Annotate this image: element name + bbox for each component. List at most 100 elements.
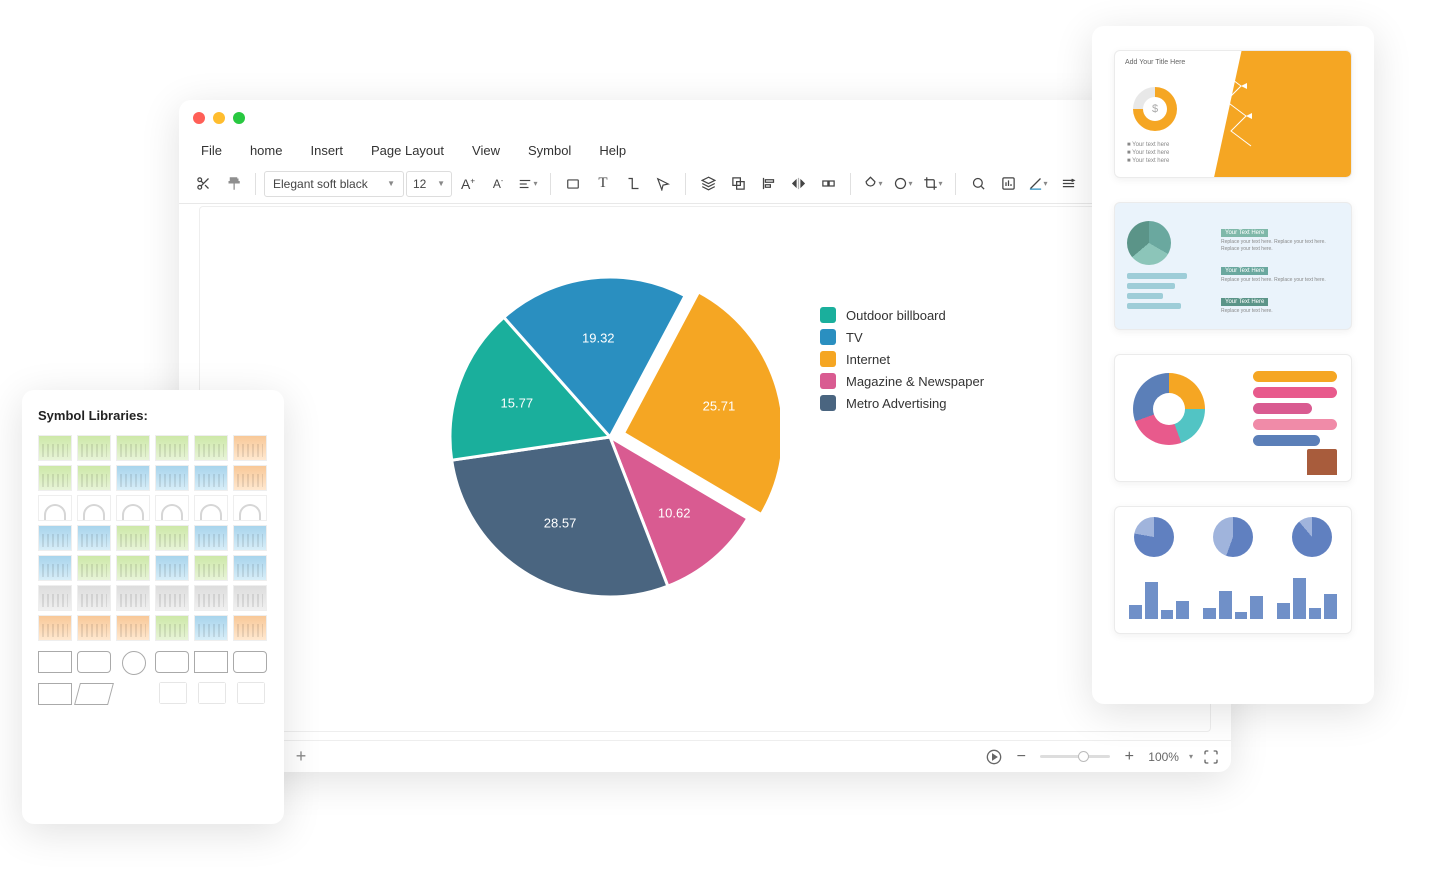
symbol-thumb[interactable] (116, 435, 150, 461)
menu-page-layout[interactable]: Page Layout (357, 139, 458, 162)
font-size-select[interactable]: 12 ▼ (406, 171, 452, 197)
shape-rectangle[interactable] (38, 683, 72, 705)
symbol-thumb[interactable] (116, 555, 150, 581)
symbol-thumb[interactable] (233, 525, 267, 551)
symbol-thumb[interactable] (233, 465, 267, 491)
symbol-thumb[interactable] (116, 525, 150, 551)
symbol-thumb[interactable] (194, 525, 228, 551)
fill-color-button[interactable]: ▾ (859, 170, 887, 198)
symbol-thumb[interactable] (116, 465, 150, 491)
symbol-thumb[interactable] (77, 465, 111, 491)
symbol-thumb[interactable] (77, 585, 111, 611)
text-tool[interactable]: T (589, 170, 617, 198)
symbol-thumb[interactable] (77, 435, 111, 461)
symbol-thumb[interactable] (194, 585, 228, 611)
shape-rounded-rect[interactable] (155, 651, 189, 673)
symbol-thumb[interactable] (77, 495, 111, 521)
symbol-thumb[interactable] (155, 495, 189, 521)
connector-tool[interactable] (619, 170, 647, 198)
symbol-thumb[interactable] (116, 495, 150, 521)
menu-help[interactable]: Help (585, 139, 640, 162)
canvas[interactable]: 25.7110.6228.5715.7719.32 Outdoor billbo… (199, 206, 1211, 732)
same-size-button[interactable] (814, 170, 842, 198)
legend-item[interactable]: Metro Advertising (820, 395, 984, 411)
symbol-thumb[interactable] (233, 495, 267, 521)
symbol-thumb[interactable] (38, 435, 72, 461)
template-card[interactable]: Your Text HereReplace your text here. Re… (1114, 202, 1352, 330)
symbol-thumb[interactable] (77, 525, 111, 551)
layers-button[interactable] (694, 170, 722, 198)
zoom-in-button[interactable]: + (1120, 748, 1138, 766)
text-align-button[interactable]: ▾ (514, 170, 542, 198)
symbol-thumb[interactable] (194, 615, 228, 641)
symbol-thumb[interactable] (194, 495, 228, 521)
template-card[interactable] (1114, 506, 1352, 634)
shape-triangle[interactable] (199, 683, 225, 703)
window-minimize-button[interactable] (213, 112, 225, 124)
align-button[interactable] (754, 170, 782, 198)
symbol-thumb[interactable] (116, 615, 150, 641)
legend-item[interactable]: Outdoor billboard (820, 307, 984, 323)
shadow-button[interactable]: ▾ (889, 170, 917, 198)
zoom-thumb[interactable] (1078, 751, 1089, 762)
shape-triangle[interactable] (160, 683, 186, 703)
pointer-tool[interactable] (649, 170, 677, 198)
symbol-thumb[interactable] (155, 555, 189, 581)
zoom-out-button[interactable]: − (1012, 748, 1030, 766)
symbol-thumb[interactable] (38, 615, 72, 641)
symbol-thumb[interactable] (38, 555, 72, 581)
flip-horizontal-button[interactable] (784, 170, 812, 198)
add-page-button[interactable]: + (290, 746, 313, 767)
window-close-button[interactable] (193, 112, 205, 124)
crop-button[interactable]: ▾ (919, 170, 947, 198)
symbol-thumb[interactable] (155, 465, 189, 491)
presentation-button[interactable] (986, 749, 1002, 765)
shape-circle[interactable] (122, 651, 146, 675)
menu-file[interactable]: File (187, 139, 236, 162)
symbol-thumb[interactable] (116, 585, 150, 611)
template-card[interactable]: Add Your Title Here ■ Your text here■ Yo… (1114, 50, 1352, 178)
symbol-thumb[interactable] (194, 465, 228, 491)
line-color-button[interactable]: ▾ (1024, 170, 1052, 198)
symbol-thumb[interactable] (155, 435, 189, 461)
symbol-thumb[interactable] (155, 585, 189, 611)
symbol-thumb[interactable] (77, 555, 111, 581)
shape-rectangle[interactable] (194, 651, 228, 673)
cut-button[interactable] (189, 170, 217, 198)
menu-insert[interactable]: Insert (296, 139, 357, 162)
group-button[interactable] (724, 170, 752, 198)
shape-rectangle[interactable] (38, 651, 72, 673)
shape-parallelogram[interactable] (74, 683, 114, 705)
more-options-button[interactable] (1054, 170, 1082, 198)
menu-symbol[interactable]: Symbol (514, 139, 585, 162)
symbol-thumb[interactable] (233, 615, 267, 641)
symbol-thumb[interactable] (155, 615, 189, 641)
menu-home[interactable]: home (236, 139, 297, 162)
legend-item[interactable]: Magazine & Newspaper (820, 373, 984, 389)
symbol-thumb[interactable] (38, 585, 72, 611)
legend-item[interactable]: Internet (820, 351, 984, 367)
chevron-down-icon[interactable]: ▾ (1189, 752, 1193, 761)
font-family-select[interactable]: Elegant soft black ▼ (264, 171, 404, 197)
shape-rounded-rect[interactable] (233, 651, 267, 673)
search-button[interactable] (964, 170, 992, 198)
legend-item[interactable]: TV (820, 329, 984, 345)
symbol-thumb[interactable] (38, 525, 72, 551)
symbol-thumb[interactable] (77, 615, 111, 641)
menu-view[interactable]: View (458, 139, 514, 162)
pie-chart[interactable]: 25.7110.6228.5715.7719.32 (440, 267, 780, 612)
symbol-thumb[interactable] (155, 525, 189, 551)
window-maximize-button[interactable] (233, 112, 245, 124)
symbol-thumb[interactable] (194, 435, 228, 461)
fullscreen-button[interactable] (1203, 749, 1219, 765)
symbol-thumb[interactable] (38, 465, 72, 491)
shape-rounded-rect[interactable] (77, 651, 111, 673)
format-painter-button[interactable] (219, 170, 247, 198)
shape-triangle[interactable] (238, 683, 264, 703)
decrease-font-button[interactable]: A- (484, 170, 512, 198)
symbol-thumb[interactable] (233, 435, 267, 461)
increase-font-button[interactable]: A+ (454, 170, 482, 198)
symbol-thumb[interactable] (38, 495, 72, 521)
symbol-thumb[interactable] (194, 555, 228, 581)
chart-settings-button[interactable] (994, 170, 1022, 198)
